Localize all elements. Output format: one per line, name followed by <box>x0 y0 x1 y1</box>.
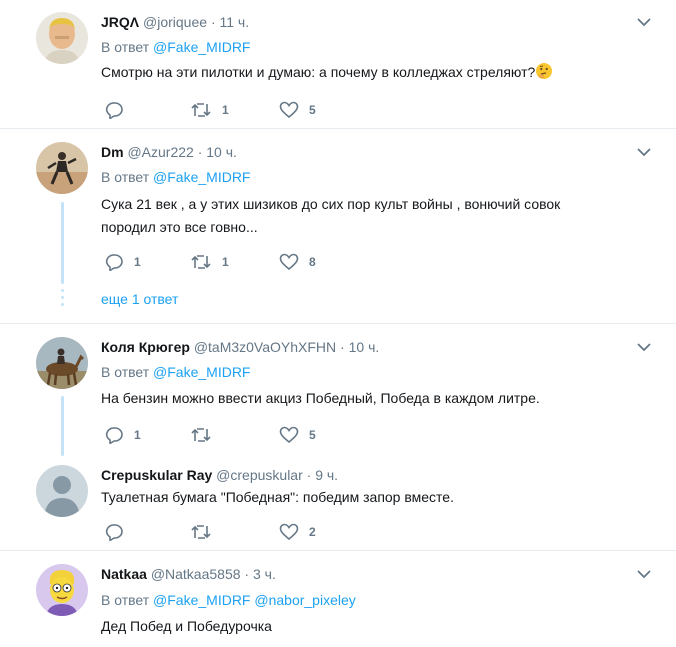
avatar[interactable] <box>36 337 88 389</box>
reply-prefix: В ответ <box>101 364 150 380</box>
retweet-count: 1 <box>222 255 229 269</box>
mention-link[interactable]: @Fake_MIDRF <box>153 169 250 185</box>
retweet-button[interactable]: 1 <box>190 252 229 272</box>
like-button[interactable]: 5 <box>279 425 316 445</box>
separator-dot: · <box>306 467 312 483</box>
reply-icon <box>105 427 123 444</box>
tweet-text-line: породил это все говно... <box>101 219 258 235</box>
chevron-down-icon[interactable] <box>636 146 652 158</box>
reply-icon <box>105 524 123 541</box>
tweet-text: Сука 21 век , а у этих шизиков до сих по… <box>101 194 641 238</box>
like-count: 5 <box>309 103 316 117</box>
like-button[interactable]: 5 <box>279 100 316 120</box>
timestamp[interactable]: 10 ч. <box>349 339 380 355</box>
retweet-button[interactable] <box>190 425 222 445</box>
heart-icon <box>279 253 299 271</box>
reply-count: 1 <box>134 255 141 269</box>
retweet-count: 1 <box>222 103 229 117</box>
reply-icon <box>105 102 123 119</box>
mention-link[interactable]: @Fake_MIDRF <box>153 39 250 55</box>
timestamp[interactable]: 10 ч. <box>206 144 237 160</box>
reply-icon <box>105 254 123 271</box>
chevron-down-icon[interactable] <box>636 568 652 580</box>
tweet-text: На бензин можно ввести акциз Победный, П… <box>101 390 540 406</box>
like-button[interactable]: 2 <box>279 522 316 542</box>
like-count: 8 <box>309 255 316 269</box>
user-handle[interactable]: @Natkaa5858 <box>151 566 241 582</box>
user-name[interactable]: Коля Крюгер <box>101 339 190 355</box>
timestamp[interactable]: 9 ч. <box>315 467 338 483</box>
user-handle[interactable]: @taM3z0VaOYhXFHN <box>194 339 336 355</box>
tweet-actions: 2 <box>101 522 401 542</box>
reply-button[interactable] <box>104 522 134 542</box>
separator-dot: · <box>210 14 216 30</box>
timestamp[interactable]: 3 ч. <box>253 566 276 582</box>
tweet-text: Смотрю на эти пилотки и думаю: а почему … <box>101 62 641 86</box>
reply-prefix: В ответ <box>101 169 150 185</box>
retweet-icon <box>191 525 211 539</box>
retweet-icon <box>191 103 211 117</box>
reply-context: В ответ @Fake_MIDRF <box>101 168 250 186</box>
tweet-text-content: Смотрю на эти пилотки и думаю: а почему … <box>101 64 536 80</box>
separator-dot: · <box>197 144 203 160</box>
tweet-actions: 1 5 <box>101 425 401 445</box>
mention-link[interactable]: @Fake_MIDRF <box>153 364 250 380</box>
thread-dots <box>61 289 64 310</box>
user-name[interactable]: Dm <box>101 144 124 160</box>
reply-button[interactable]: 1 <box>104 252 141 272</box>
mention-link[interactable]: @Fake_MIDRF <box>153 592 250 608</box>
divider <box>0 323 676 324</box>
tweet-text: Туалетная бумага "Победная": победим зап… <box>101 489 454 505</box>
like-count: 2 <box>309 525 316 539</box>
user-name[interactable]: JRQΛ <box>101 14 139 30</box>
retweet-icon <box>191 428 211 442</box>
thread-line <box>61 202 64 284</box>
tweet-text-line: Сука 21 век , а у этих шизиков до сих по… <box>101 196 561 212</box>
thread-line <box>61 396 64 456</box>
reply-context: В ответ @Fake_MIDRF <box>101 38 250 56</box>
avatar[interactable] <box>36 142 88 194</box>
retweet-icon <box>191 255 211 269</box>
heart-icon <box>279 101 299 119</box>
chevron-down-icon[interactable] <box>636 16 652 28</box>
chevron-down-icon[interactable] <box>636 341 652 353</box>
user-handle[interactable]: @joriquee <box>143 14 207 30</box>
reply-prefix: В ответ <box>101 592 150 608</box>
heart-icon <box>279 426 299 444</box>
heart-icon <box>279 523 299 541</box>
divider <box>0 128 676 129</box>
user-name[interactable]: Crepuskular Ray <box>101 467 212 483</box>
like-button[interactable]: 8 <box>279 252 316 272</box>
mention-link[interactable]: @nabor_pixeley <box>254 592 355 608</box>
thinking-face-emoji <box>535 62 553 86</box>
user-handle[interactable]: @crepuskular <box>216 467 303 483</box>
separator-dot: · <box>340 339 345 355</box>
reply-button[interactable] <box>104 100 134 120</box>
reply-context: В ответ @Fake_MIDRF <box>101 363 250 381</box>
show-more-replies-link[interactable]: еще 1 ответ <box>101 290 178 308</box>
tweet-actions: 1 1 8 <box>101 252 401 272</box>
avatar[interactable] <box>36 12 88 64</box>
reply-prefix: В ответ <box>101 39 150 55</box>
avatar[interactable] <box>36 564 88 616</box>
retweet-button[interactable] <box>190 522 222 542</box>
tweet-actions: 1 5 <box>101 100 401 120</box>
reply-context: В ответ @Fake_MIDRF @nabor_pixeley <box>101 591 356 609</box>
like-count: 5 <box>309 428 316 442</box>
reply-button[interactable]: 1 <box>104 425 141 445</box>
avatar[interactable] <box>36 465 88 517</box>
user-handle[interactable]: @Azur222 <box>127 144 193 160</box>
timestamp[interactable]: 11 ч. <box>220 14 250 30</box>
reply-count: 1 <box>134 428 141 442</box>
retweet-button[interactable]: 1 <box>190 100 229 120</box>
tweet-text: Дед Побед и Победурочка <box>101 618 272 634</box>
user-name[interactable]: Natkaa <box>101 566 147 582</box>
separator-dot: · <box>244 566 250 582</box>
divider <box>0 550 676 551</box>
